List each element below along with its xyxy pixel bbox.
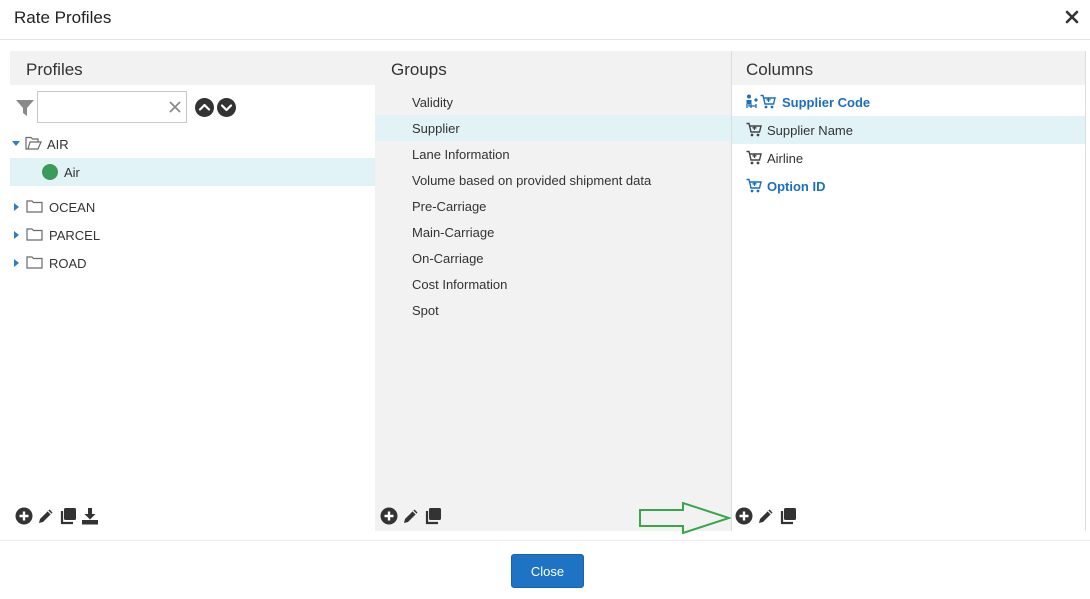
tree-node-label: ROAD	[49, 256, 87, 271]
cart-icon	[746, 122, 762, 137]
group-item-label: Volume based on provided shipment data	[412, 173, 652, 188]
profiles-panel: Profiles AIR Air OCEAN PARCEL ROAD	[10, 51, 375, 531]
group-item-pre-carriage[interactable]: Pre-Carriage	[375, 193, 731, 219]
group-item-volume-based[interactable]: Volume based on provided shipment data	[375, 167, 731, 193]
status-dot	[42, 164, 58, 180]
cart-icon	[746, 150, 762, 165]
move-down-icon[interactable]	[217, 98, 236, 117]
group-item-on-carriage[interactable]: On-Carriage	[375, 245, 731, 271]
edit-icon[interactable]	[37, 507, 55, 525]
group-item-label: Main-Carriage	[412, 225, 495, 240]
column-item-airline[interactable]: Airline	[732, 144, 1085, 172]
columns-heading: Columns	[746, 60, 814, 79]
tree-node-road-folder[interactable]: ROAD	[10, 249, 375, 277]
folder-icon	[26, 200, 43, 213]
close-icon[interactable]	[1064, 7, 1080, 27]
caret-right-icon[interactable]	[12, 258, 22, 268]
groups-panel: Groups Validity Supplier Lane Informatio…	[375, 51, 731, 531]
column-item-supplier-name[interactable]: Supplier Name	[732, 116, 1085, 144]
add-icon[interactable]	[15, 507, 33, 525]
group-item-label: Cost Information	[412, 277, 508, 292]
caret-down-icon[interactable]	[11, 139, 21, 149]
footer-divider	[0, 540, 1090, 541]
hierarchy-icon	[746, 94, 758, 108]
group-item-supplier[interactable]: Supplier	[375, 115, 731, 141]
column-item-label: Supplier Name	[767, 123, 853, 138]
profile-search-input[interactable]	[38, 92, 163, 122]
column-item-supplier-code[interactable]: Supplier Code	[732, 88, 1085, 116]
column-item-label: Airline	[767, 151, 804, 166]
profile-search	[37, 91, 187, 123]
profiles-heading: Profiles	[26, 60, 83, 79]
tree-node-air-profile[interactable]: Air	[10, 158, 375, 186]
groups-header: Groups	[375, 51, 731, 85]
folder-icon	[26, 228, 43, 241]
group-item-cost-information[interactable]: Cost Information	[375, 271, 731, 297]
group-item-label: Spot	[412, 303, 439, 318]
group-item-main-carriage[interactable]: Main-Carriage	[375, 219, 731, 245]
add-icon[interactable]	[735, 507, 753, 525]
copy-icon[interactable]	[59, 507, 77, 525]
folder-icon	[26, 256, 43, 269]
group-item-lane-information[interactable]: Lane Information	[375, 141, 731, 167]
group-item-label: Supplier	[412, 121, 460, 136]
columns-header: Columns	[732, 51, 1085, 85]
group-item-label: On-Carriage	[412, 251, 484, 266]
copy-icon[interactable]	[424, 507, 442, 525]
download-icon[interactable]	[81, 507, 99, 525]
group-item-spot[interactable]: Spot	[375, 297, 731, 323]
tree-node-ocean-folder[interactable]: OCEAN	[10, 193, 375, 221]
column-item-option-id[interactable]: Option ID	[732, 172, 1085, 200]
groups-heading: Groups	[391, 60, 447, 79]
move-up-icon[interactable]	[195, 98, 214, 117]
filter-icon[interactable]	[15, 99, 35, 117]
clear-search-icon[interactable]	[169, 101, 181, 113]
edit-icon[interactable]	[402, 507, 420, 525]
column-item-label: Supplier Code	[782, 95, 871, 110]
edit-icon[interactable]	[757, 507, 775, 525]
tree-node-label: OCEAN	[49, 200, 96, 215]
caret-right-icon[interactable]	[12, 202, 22, 212]
close-button[interactable]: Close	[511, 554, 584, 588]
group-item-label: Pre-Carriage	[412, 199, 487, 214]
folder-open-icon	[25, 136, 42, 150]
dialog-title: Rate Profiles	[14, 8, 112, 27]
caret-right-icon[interactable]	[12, 230, 22, 240]
profiles-header: Profiles	[10, 51, 375, 85]
annotation-arrow-icon	[639, 502, 731, 534]
add-icon[interactable]	[380, 507, 398, 525]
cart-icon	[746, 178, 762, 193]
tree-node-label: Air	[64, 165, 80, 180]
columns-panel: Columns Supplier Code Supplier Name Airl…	[731, 51, 1086, 531]
group-item-validity[interactable]: Validity	[375, 89, 731, 115]
copy-icon[interactable]	[779, 507, 797, 525]
tree-node-air-folder[interactable]: AIR	[10, 130, 375, 158]
tree-node-label: AIR	[47, 137, 69, 152]
tree-node-parcel-folder[interactable]: PARCEL	[10, 221, 375, 249]
group-item-label: Lane Information	[412, 147, 510, 162]
group-item-label: Validity	[412, 95, 453, 110]
cart-icon	[760, 94, 776, 109]
column-item-label: Option ID	[767, 179, 826, 194]
dialog-titlebar: Rate Profiles	[0, 0, 1090, 40]
tree-node-label: PARCEL	[49, 228, 101, 243]
